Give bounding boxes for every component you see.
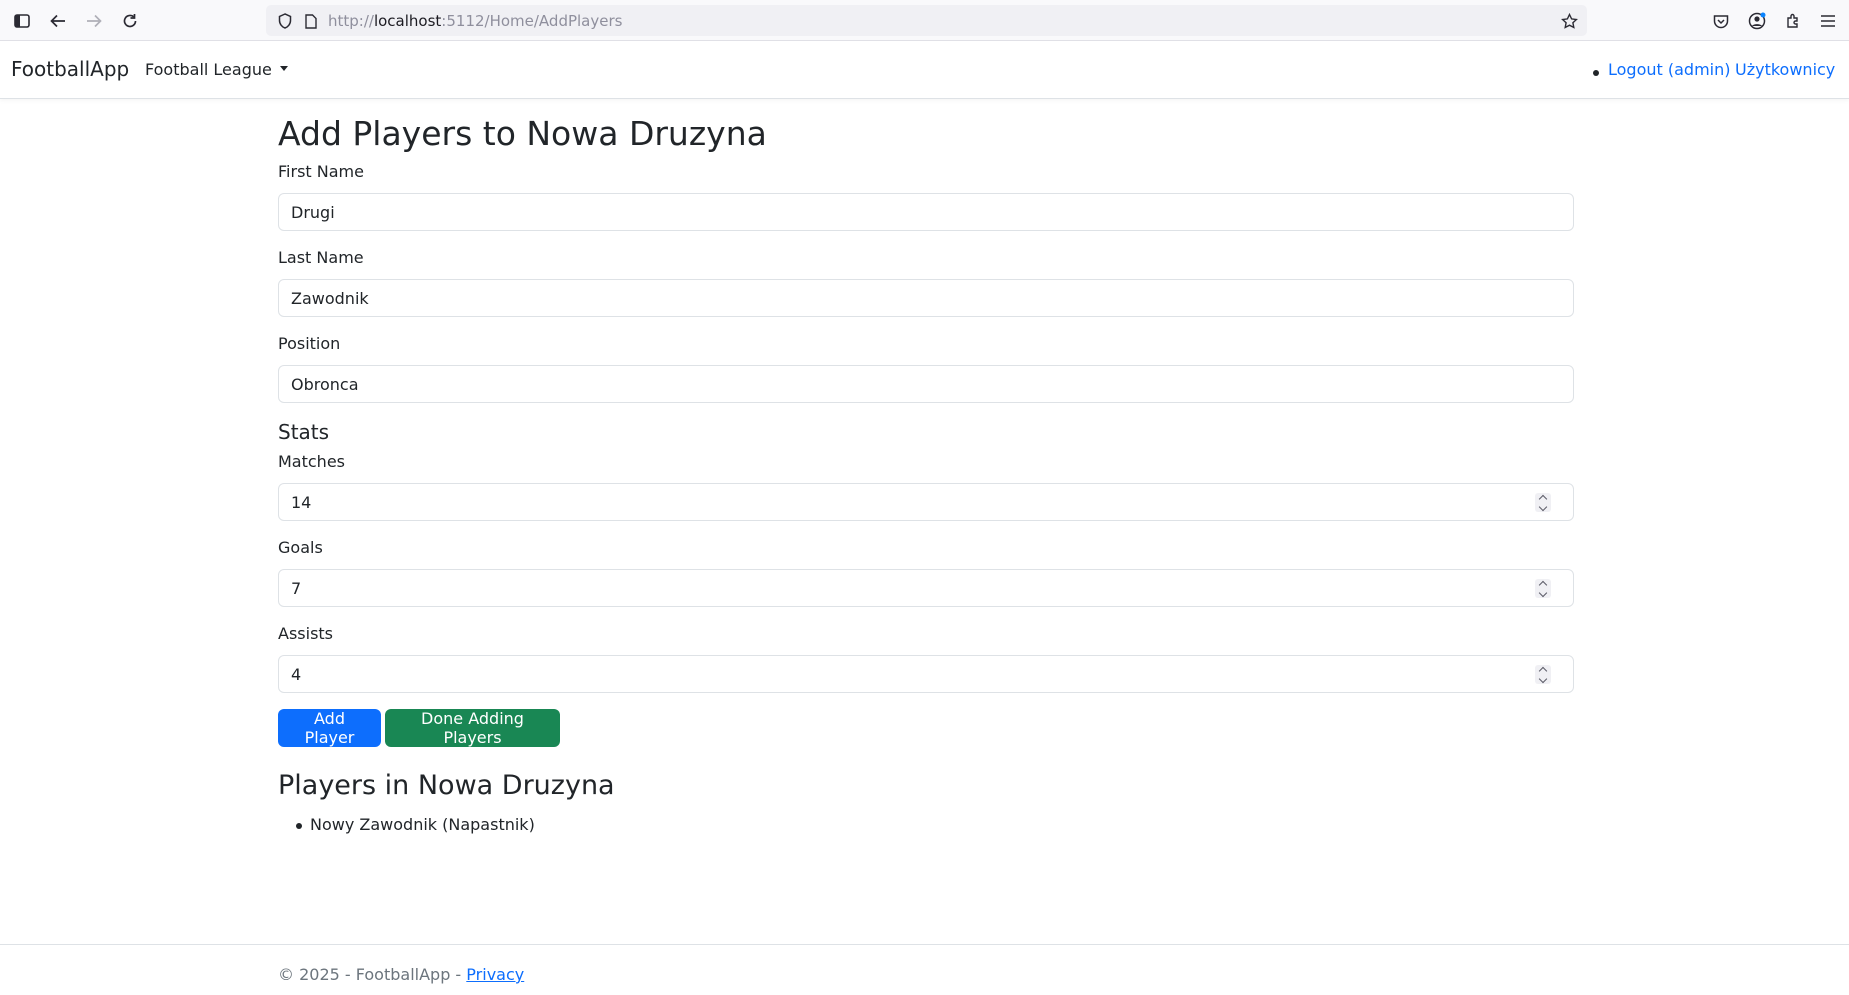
position-label: Position: [278, 334, 341, 353]
assists-input[interactable]: 4: [278, 655, 1574, 693]
number-spinner-icon[interactable]: [1535, 579, 1551, 598]
sidebar-icon[interactable]: [9, 8, 35, 34]
url-path: :5112/Home/AddPlayers: [441, 12, 623, 30]
forward-icon[interactable]: [81, 8, 107, 34]
pocket-icon[interactable]: [1708, 8, 1734, 34]
list-item: Nowy Zawodnik (Napastnik): [278, 815, 535, 834]
matches-value: 14: [291, 492, 312, 512]
matches-label: Matches: [278, 452, 345, 471]
shield-icon[interactable]: [272, 8, 298, 34]
assists-label: Assists: [278, 624, 334, 643]
extensions-icon[interactable]: [1780, 8, 1806, 34]
goals-value: 7: [291, 578, 302, 598]
nav-bullet: [1593, 70, 1599, 76]
logout-link[interactable]: Logout (admin): [1608, 60, 1730, 79]
copyright-text: © 2025 - FootballApp -: [278, 965, 467, 984]
users-link[interactable]: Użytkownicy: [1735, 60, 1835, 79]
back-icon[interactable]: [45, 8, 71, 34]
goals-label: Goals: [278, 538, 323, 557]
url-host: localhost: [373, 12, 442, 30]
last-name-label: Last Name: [278, 248, 364, 267]
first-name-label: First Name: [278, 162, 364, 181]
privacy-link[interactable]: Privacy: [466, 965, 524, 984]
app-navbar: FootballApp Football League Logout (admi…: [0, 41, 1849, 99]
footer-text: © 2025 - FootballApp - Privacy: [278, 965, 524, 984]
page-title: Add Players to Nowa Druzyna: [278, 114, 767, 153]
url-scheme: http://: [328, 12, 374, 30]
position-value: Obronca: [291, 374, 359, 394]
page-icon: [298, 8, 324, 34]
player-list: Nowy Zawodnik (Napastnik): [278, 815, 535, 834]
dropdown-label: Football League: [145, 60, 272, 79]
menu-icon[interactable]: [1815, 8, 1841, 34]
stats-heading: Stats: [278, 420, 330, 444]
last-name-value: Zawodnik: [291, 288, 369, 308]
url-text[interactable]: http://localhost:5112/Home/AddPlayers: [328, 12, 622, 30]
goals-input[interactable]: 7: [278, 569, 1574, 607]
bookmark-star-icon[interactable]: [1556, 8, 1582, 34]
first-name-value: Drugi: [291, 202, 335, 222]
position-input[interactable]: Obronca: [278, 365, 1574, 403]
done-adding-players-button[interactable]: Done Adding Players: [385, 709, 560, 747]
add-player-button[interactable]: Add Player: [278, 709, 381, 747]
brand-link[interactable]: FootballApp: [11, 57, 129, 81]
account-icon[interactable]: [1744, 8, 1770, 34]
first-name-input[interactable]: Drugi: [278, 193, 1574, 231]
matches-input[interactable]: 14: [278, 483, 1574, 521]
assists-value: 4: [291, 664, 302, 684]
browser-toolbar: http://localhost:5112/Home/AddPlayers: [0, 0, 1849, 41]
players-title: Players in Nowa Druzyna: [278, 770, 615, 801]
number-spinner-icon[interactable]: [1535, 493, 1551, 512]
url-bar[interactable]: http://localhost:5112/Home/AddPlayers: [266, 5, 1587, 36]
number-spinner-icon[interactable]: [1535, 665, 1551, 684]
reload-icon[interactable]: [117, 8, 143, 34]
footer: © 2025 - FootballApp - Privacy: [0, 944, 1849, 995]
football-league-dropdown[interactable]: Football League: [145, 60, 288, 79]
caret-down-icon: [279, 66, 288, 71]
last-name-input[interactable]: Zawodnik: [278, 279, 1574, 317]
